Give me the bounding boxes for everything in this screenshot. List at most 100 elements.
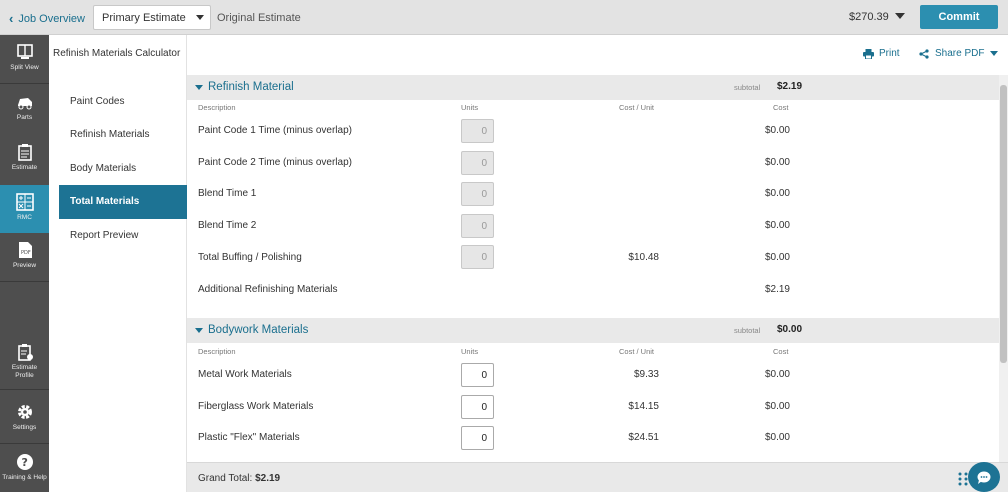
row-description: Paint Code 2 Time (minus overlap) <box>198 157 352 168</box>
rail-item-estimate[interactable]: Estimate <box>0 135 49 183</box>
rail-divider <box>0 389 49 390</box>
top-bar: ‹ Job Overview Primary Estimate Original… <box>0 0 1008 35</box>
collapse-caret-icon[interactable] <box>195 328 203 333</box>
rail-item-split-view[interactable]: Split View <box>0 35 49 83</box>
rail-item-label: Estimate <box>11 164 38 171</box>
units-input[interactable]: 0 <box>461 363 494 387</box>
page-title: Refinish Materials Calculator <box>53 48 181 59</box>
row-description: Plastic "Flex" Materials <box>198 432 300 443</box>
share-pdf-label: Share PDF <box>935 48 985 59</box>
rail-item-rmc[interactable]: RMC <box>0 185 49 233</box>
estimate-total: $270.39 <box>849 11 889 23</box>
column-header-cost: Cost <box>773 103 789 112</box>
column-header-cost: Cost <box>773 347 789 356</box>
row-description: Blend Time 2 <box>198 220 257 231</box>
row-description: Metal Work Materials <box>198 369 292 380</box>
units-input: 0 <box>461 214 494 238</box>
estimate-select[interactable]: Primary Estimate <box>93 5 211 30</box>
rail-item-training-help[interactable]: ? Training & Help <box>0 445 49 492</box>
grand-total-footer: Grand Total: $2.19 <box>187 462 1008 492</box>
row-description: Blend Time 1 <box>198 188 257 199</box>
share-icon <box>919 48 929 59</box>
subnav-item-refinish-materials[interactable]: Refinish Materials <box>59 118 187 152</box>
grand-total-label: Grand Total: <box>198 473 253 484</box>
rail-item-label: Split View <box>10 64 39 71</box>
section-title: Bodywork Materials <box>208 324 309 336</box>
split-view-icon <box>16 44 33 59</box>
chat-button[interactable] <box>968 462 1000 492</box>
rail-item-label: RMC <box>17 214 32 221</box>
subnav-item-report-preview[interactable]: Report Preview <box>59 219 187 253</box>
pdf-icon: PDF <box>18 242 32 258</box>
column-header-description: Description <box>198 347 236 356</box>
rail-item-settings[interactable]: Settings <box>0 395 49 443</box>
print-label: Print <box>879 48 900 59</box>
rail-item-label: Preview <box>12 262 37 269</box>
scrollbar-thumb[interactable] <box>1000 85 1007 363</box>
refinish-section-header[interactable]: Refinish Material subtotal $2.19 <box>187 75 999 100</box>
subnav-item-body-materials[interactable]: Body Materials <box>59 152 187 186</box>
row-cost: $0.00 <box>764 188 790 199</box>
units-input[interactable]: 0 <box>461 426 494 450</box>
column-header-description: Description <box>198 103 236 112</box>
column-header-units: Units <box>461 103 479 112</box>
printer-icon <box>863 48 874 59</box>
subnav-item-total-materials[interactable]: Total Materials <box>59 185 187 219</box>
units-input[interactable]: 0 <box>461 395 494 419</box>
chevron-left-icon: ‹ <box>9 11 14 26</box>
print-button[interactable]: Print <box>863 48 900 59</box>
rail-divider <box>0 83 49 84</box>
parts-icon <box>17 98 32 110</box>
collapse-caret-icon[interactable] <box>195 85 203 90</box>
rail-item-label: Parts <box>16 114 33 121</box>
units-input: 0 <box>461 182 494 206</box>
rail-divider <box>0 281 49 282</box>
row-cost: $0.00 <box>764 157 790 168</box>
rail-item-estimate-profile[interactable]: Estimate Profile <box>0 335 49 385</box>
job-overview-link[interactable]: ‹ Job Overview <box>9 11 85 26</box>
svg-text:?: ? <box>21 456 27 469</box>
column-header-cost-per-unit: Cost / Unit <box>619 103 655 112</box>
row-description: Total Buffing / Polishing <box>198 252 302 263</box>
row-cost: $0.00 <box>764 401 790 412</box>
rail-item-label: Training & Help <box>2 474 47 481</box>
row-cost-per-unit: $10.48 <box>628 252 659 263</box>
row-description: Additional Refinishing Materials <box>198 284 338 295</box>
materials-panel: Refinish Material subtotal $2.19 Descrip… <box>187 75 999 462</box>
subtotal-label: subtotal <box>734 83 761 92</box>
units-input: 0 <box>461 151 494 175</box>
commit-button[interactable]: Commit <box>920 5 998 29</box>
chevron-down-icon <box>990 51 999 56</box>
estimate-icon <box>17 144 32 161</box>
calculator-icon <box>15 193 34 211</box>
units-input: 0 <box>461 119 494 143</box>
profile-icon <box>17 344 33 361</box>
subtotal-label: subtotal <box>734 326 761 335</box>
subtotal-value: $0.00 <box>777 324 803 335</box>
chat-icon <box>977 471 991 484</box>
rail-item-preview[interactable]: PDF Preview <box>0 233 49 281</box>
subtotal-value: $2.19 <box>777 81 803 92</box>
row-cost: $0.00 <box>764 252 790 263</box>
rail-item-parts[interactable]: Parts <box>0 85 49 133</box>
row-cost: $0.00 <box>764 369 790 380</box>
total-dropdown-icon[interactable] <box>895 13 905 19</box>
estimate-select-value: Primary Estimate <box>102 12 186 24</box>
row-description: Paint Code 1 Time (minus overlap) <box>198 125 352 136</box>
row-cost: $2.19 <box>764 284 790 295</box>
svg-text:PDF: PDF <box>21 250 31 256</box>
share-pdf-button[interactable]: Share PDF <box>919 48 999 59</box>
job-overview-label: Job Overview <box>18 12 85 25</box>
bodywork-section-header[interactable]: Bodywork Materials subtotal $0.00 <box>187 318 999 343</box>
vertical-scrollbar[interactable] <box>999 75 1008 462</box>
rail-divider <box>0 443 49 444</box>
original-estimate-link[interactable]: Original Estimate <box>217 12 301 24</box>
row-cost: $0.00 <box>764 220 790 231</box>
row-cost-per-unit: $9.33 <box>633 369 659 380</box>
row-cost-per-unit: $14.15 <box>628 401 659 412</box>
row-description: Fiberglass Work Materials <box>198 401 314 412</box>
left-rail: Split View Parts Estimate RMC PDF Previe… <box>0 35 49 492</box>
help-icon: ? <box>16 454 33 470</box>
chevron-down-icon <box>196 15 204 20</box>
subnav-item-paint-codes[interactable]: Paint Codes <box>59 85 187 119</box>
